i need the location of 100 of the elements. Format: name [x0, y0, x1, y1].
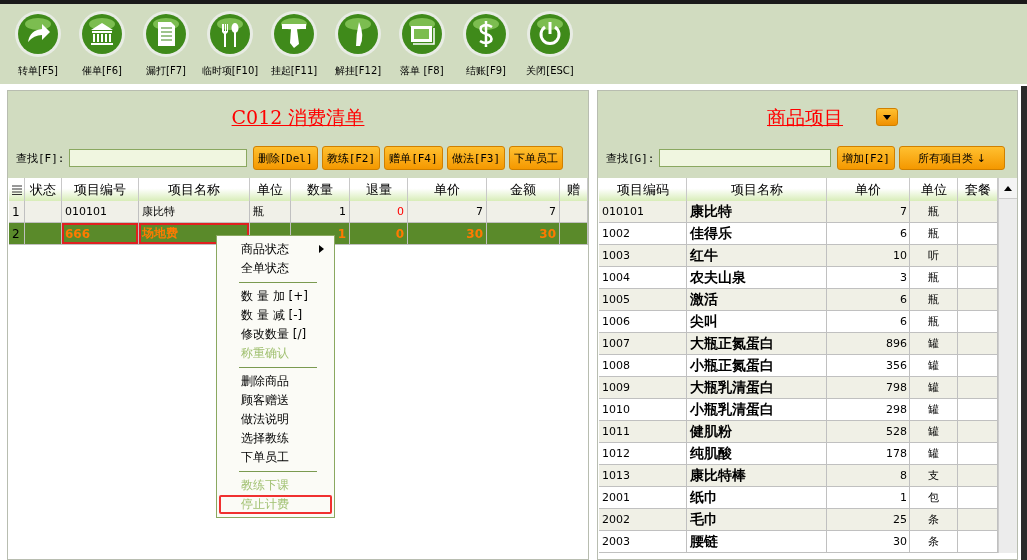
- action-button[interactable]: 增加[F2]: [836, 146, 895, 170]
- table-cell: [958, 509, 998, 531]
- table-cell: 条: [910, 509, 958, 531]
- power-icon: [526, 10, 574, 58]
- table-cell: 条: [910, 531, 958, 553]
- table-cell: [958, 377, 998, 399]
- action-button[interactable]: 教练[F2]: [321, 146, 381, 170]
- towel-icon: [270, 10, 318, 58]
- row-number: 2: [9, 223, 25, 245]
- table-cell: 支: [910, 465, 958, 487]
- column-header[interactable]: 赠: [560, 178, 588, 201]
- toolbar-button[interactable]: 落单 [F8]: [392, 4, 452, 84]
- table-cell: 2002: [599, 509, 687, 531]
- table-cell: [958, 355, 998, 377]
- table-cell: 激活: [687, 289, 827, 311]
- column-header[interactable]: 项目编号: [62, 178, 139, 201]
- picture-icon: [398, 10, 446, 58]
- table-cell: 纸巾: [687, 487, 827, 509]
- menu-item[interactable]: 删除商品: [219, 372, 332, 391]
- toolbar-button[interactable]: 结账[F9]: [456, 4, 516, 84]
- table-cell: 包: [910, 487, 958, 509]
- table-cell: 农夫山泉: [687, 267, 827, 289]
- menu-item[interactable]: 做法说明: [219, 410, 332, 429]
- toolbar-button[interactable]: 转单[F5]: [8, 4, 68, 84]
- search-field[interactable]: [658, 149, 831, 167]
- menu-item[interactable]: 修改数量 [/]: [219, 325, 332, 344]
- table-cell: 178: [827, 443, 910, 465]
- table-cell: 佳得乐: [687, 223, 827, 245]
- column-header[interactable]: 项目名称: [687, 178, 827, 201]
- menu-item[interactable]: 数 量 加 [+]: [219, 287, 332, 306]
- column-header[interactable]: 退量: [350, 178, 408, 201]
- table-cell: 2001: [599, 487, 687, 509]
- toolbar-button[interactable]: 关闭[ESC]: [520, 4, 580, 84]
- table-cell: 纯肌酸: [687, 443, 827, 465]
- toolbar-button[interactable]: 解挂[F12]: [328, 4, 388, 84]
- table-cell: 0: [350, 223, 408, 245]
- table-cell: 6: [827, 311, 910, 333]
- column-header[interactable]: 项目编码: [599, 178, 687, 201]
- menu-item[interactable]: 数 量 减 [-]: [219, 306, 332, 325]
- table-cell: 毛巾: [687, 509, 827, 531]
- table-cell: 1002: [599, 223, 687, 245]
- column-header[interactable]: 单位: [910, 178, 958, 201]
- column-header[interactable]: 金额: [487, 178, 560, 201]
- table-cell: [958, 267, 998, 289]
- column-header[interactable]: 单价: [827, 178, 910, 201]
- table-cell: 7: [827, 201, 910, 223]
- action-button[interactable]: 删除[Del]: [252, 146, 318, 170]
- table-cell: 1: [827, 487, 910, 509]
- column-header[interactable]: 单价: [408, 178, 487, 201]
- column-header[interactable]: 数量: [291, 178, 350, 201]
- menu-item[interactable]: 下单员工: [219, 448, 332, 467]
- table-cell: 大瓶乳清蛋白: [687, 377, 827, 399]
- toolbar-button[interactable]: 漏打[F7]: [136, 4, 196, 84]
- table-cell: [958, 311, 998, 333]
- toolbar-button[interactable]: 临时项[F10]: [200, 4, 260, 84]
- table-cell: 1012: [599, 443, 687, 465]
- table-cell: 1003: [599, 245, 687, 267]
- table-cell: 1009: [599, 377, 687, 399]
- table-cell: [958, 201, 998, 223]
- table-cell: 大瓶正氮蛋白: [687, 333, 827, 355]
- list-icon: [9, 178, 25, 201]
- toolbar-button[interactable]: 挂起[F11]: [264, 4, 324, 84]
- scroll-up-icon[interactable]: [999, 178, 1017, 199]
- action-button[interactable]: 赠单[F4]: [384, 146, 443, 170]
- order-row[interactable]: 1 010101 康比特 瓶 1 0 7 7: [9, 201, 588, 223]
- table-cell: 瓶: [910, 267, 958, 289]
- menu-item[interactable]: 选择教练: [219, 429, 332, 448]
- scrollbar[interactable]: [998, 178, 1017, 553]
- action-button[interactable]: 做法[F3]: [446, 146, 506, 170]
- table-cell: 健肌粉: [687, 421, 827, 443]
- search-label: 查找[F]:: [16, 150, 65, 166]
- menu-item[interactable]: 顾客赠送: [219, 391, 332, 410]
- search-label: 查找[G]:: [606, 150, 655, 166]
- table-cell: 30: [408, 223, 487, 245]
- search-field[interactable]: [68, 149, 247, 167]
- panel-title: C012 消费清单: [231, 105, 365, 130]
- dropdown-button[interactable]: [876, 108, 898, 126]
- table-cell: 6: [827, 289, 910, 311]
- action-button[interactable]: 所有项目类 ↓: [899, 146, 1005, 170]
- column-header[interactable]: 项目名称: [139, 178, 250, 201]
- table-cell: 罐: [910, 399, 958, 421]
- table-cell: 尖叫: [687, 311, 827, 333]
- column-header[interactable]: 状态: [25, 178, 62, 201]
- table-cell: 666: [62, 223, 139, 245]
- table-cell: 1010: [599, 399, 687, 421]
- toolbar-button[interactable]: 催单[F6]: [72, 4, 132, 84]
- column-header[interactable]: 单位: [250, 178, 291, 201]
- table-cell: [958, 421, 998, 443]
- action-button[interactable]: 下单员工: [509, 146, 564, 170]
- table-cell: 896: [827, 333, 910, 355]
- table-cell: 8: [827, 465, 910, 487]
- table-cell: 听: [910, 245, 958, 267]
- table-cell: 红牛: [687, 245, 827, 267]
- menu-item[interactable]: 全单状态: [219, 259, 332, 278]
- caret-icon: [883, 114, 891, 120]
- table-cell: [958, 333, 998, 355]
- column-header[interactable]: 套餐: [958, 178, 998, 201]
- table-cell: 罐: [910, 377, 958, 399]
- table-cell: 1007: [599, 333, 687, 355]
- table-cell: 010101: [62, 201, 139, 223]
